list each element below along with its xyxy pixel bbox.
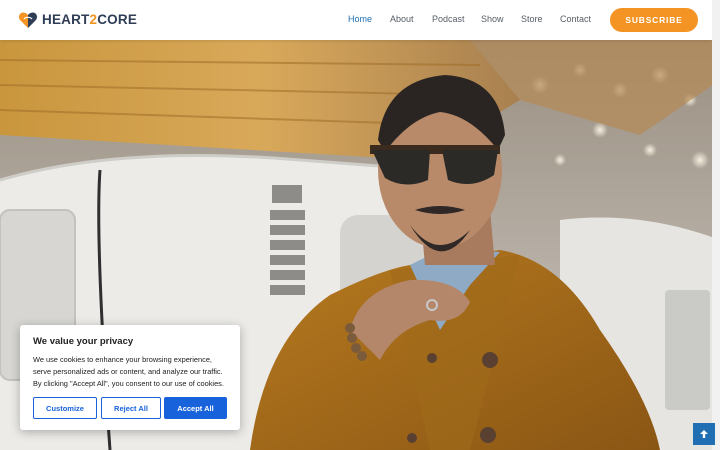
back-to-top-button[interactable]	[693, 423, 715, 445]
nav-store[interactable]: Store	[521, 13, 543, 25]
cookie-consent-banner: We value your privacy We use cookies to …	[20, 325, 240, 430]
cookie-title: We value your privacy	[33, 336, 134, 347]
nav-contact[interactable]: Contact	[560, 13, 591, 25]
subscribe-button[interactable]: SUBSCRIBE	[610, 8, 698, 32]
arrow-up-icon	[700, 430, 708, 438]
nav-show[interactable]: Show	[481, 13, 504, 25]
nav-about[interactable]: About	[390, 13, 414, 25]
nav-home[interactable]: Home	[348, 13, 372, 25]
page-scrollbar[interactable]	[712, 0, 720, 450]
site-header: HEART2CORE Home About Podcast Show Store…	[0, 0, 712, 40]
cookie-accept-button[interactable]: Accept All	[164, 397, 227, 419]
cookie-reject-button[interactable]: Reject All	[101, 397, 161, 419]
cookie-description: We use cookies to enhance your browsing …	[33, 355, 224, 388]
nav-podcast[interactable]: Podcast	[432, 13, 465, 25]
main-nav: Home About Podcast Show Store Contact SU…	[0, 0, 712, 40]
cookie-customize-button[interactable]: Customize	[33, 397, 97, 419]
